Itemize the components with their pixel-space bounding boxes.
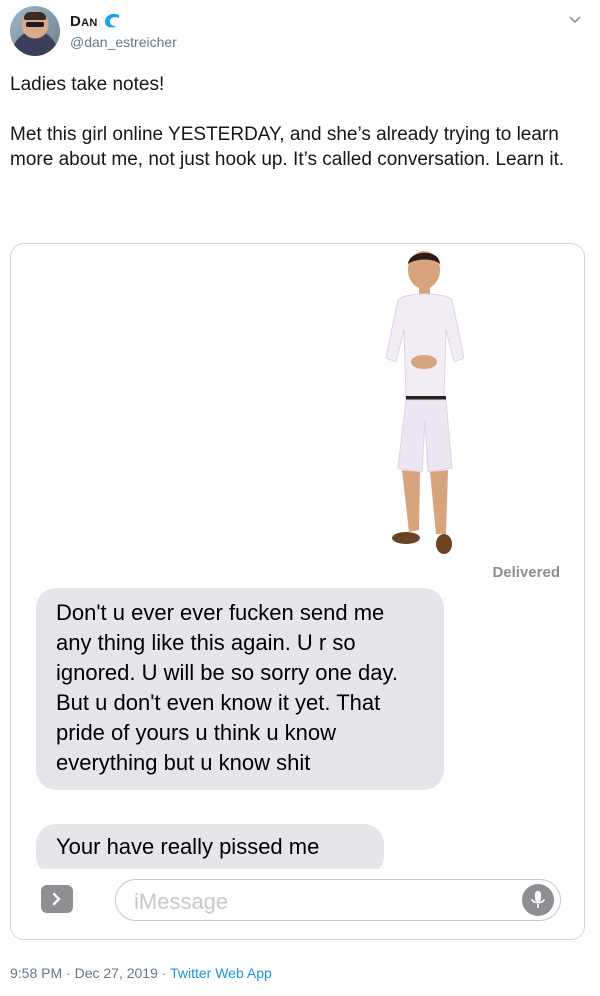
meta-separator: ·: [62, 965, 75, 981]
delivered-status: Delivered: [492, 564, 560, 581]
compose-bar: iMessage: [11, 869, 584, 939]
chevron-right-icon: [52, 892, 61, 906]
tweet-header: Dan @dan_estreicher: [10, 6, 590, 62]
tweet-time[interactable]: 9:58 PM: [10, 965, 62, 981]
user-handle[interactable]: @dan_estreicher: [70, 34, 177, 50]
message-bubble: Don't u ever ever fucken send me any thi…: [36, 588, 444, 790]
media-screenshot[interactable]: Delivered Don't u ever ever fucken send …: [10, 243, 585, 940]
meta-separator: ·: [157, 965, 171, 981]
person-photo: [385, 251, 465, 554]
tweet-text: Ladies take notes! Met this girl online …: [10, 74, 565, 170]
user-display-name[interactable]: Dan: [70, 12, 122, 30]
microphone-icon: [531, 891, 545, 908]
display-name-text[interactable]: Dan: [70, 13, 98, 30]
tweet-source-link[interactable]: Twitter Web App: [170, 965, 272, 981]
tweet-meta: 9:58 PM · Dec 27, 2019 · Twitter Web App: [10, 965, 272, 981]
chevron-down-icon[interactable]: [568, 12, 582, 26]
wave-icon: [104, 13, 119, 28]
imessage-placeholder: iMessage: [134, 889, 229, 914]
microphone-button[interactable]: [522, 884, 554, 916]
tweet-date[interactable]: Dec 27, 2019: [75, 965, 158, 981]
expand-button[interactable]: [41, 885, 73, 913]
avatar[interactable]: [10, 6, 60, 56]
avatar-hair: [24, 12, 46, 20]
imessage-input[interactable]: iMessage: [115, 879, 561, 921]
avatar-glasses: [26, 22, 44, 27]
